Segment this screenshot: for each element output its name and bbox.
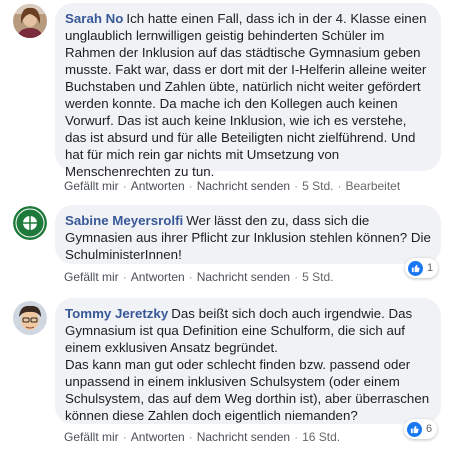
send-message-button[interactable]: Nachricht senden	[197, 430, 290, 444]
separator: ·	[122, 270, 127, 284]
comment-text: Das beißt sich doch auch irgendwie. Das …	[65, 306, 430, 423]
like-button[interactable]: Gefällt mir	[64, 270, 119, 284]
author-name[interactable]: Sarah No	[65, 11, 123, 26]
separator: ·	[188, 270, 193, 284]
author-name[interactable]: Tommy Jeretzky	[65, 306, 168, 321]
separator: ·	[188, 430, 193, 444]
reaction-summary[interactable]: 6	[404, 419, 438, 439]
like-button[interactable]: Gefällt mir	[64, 179, 119, 193]
like-button[interactable]: Gefällt mir	[64, 430, 119, 444]
comment-actions: Gefällt mir · Antworten · Nachricht senden · 5…	[64, 270, 333, 284]
reaction-count: 1	[427, 262, 434, 274]
separator: ·	[188, 179, 193, 193]
reply-button[interactable]: Antworten	[131, 270, 185, 284]
avatar[interactable]	[13, 4, 47, 38]
thumbs-up-icon	[407, 421, 422, 437]
edited-label[interactable]: Bearbeitet	[345, 179, 400, 193]
separator: ·	[294, 430, 299, 444]
separator: ·	[294, 179, 299, 193]
reply-button[interactable]: Antworten	[131, 430, 185, 444]
separator: ·	[294, 270, 299, 284]
send-message-button[interactable]: Nachricht senden	[197, 270, 290, 284]
comment-actions: Gefällt mir · Antworten · Nachricht senden · 5…	[64, 179, 400, 193]
author-name[interactable]: Sabine Meyersrolfi	[65, 213, 183, 228]
reply-button[interactable]: Antworten	[131, 179, 185, 193]
comment-text: Ich hatte einen Fall, dass ich in der 4.…	[65, 11, 427, 179]
timestamp[interactable]: 5 Std.	[302, 270, 333, 284]
thumbs-up-icon	[408, 260, 423, 276]
timestamp[interactable]: 16 Std.	[302, 430, 340, 444]
comment-actions: Gefällt mir · Antworten · Nachricht senden · 1…	[64, 430, 340, 444]
reaction-summary[interactable]: 1	[405, 258, 439, 278]
separator: ·	[337, 179, 342, 193]
comment-bubble: Tommy Jeretzky Das beißt sich doch auch i…	[55, 298, 441, 424]
green-logo-icon	[13, 206, 47, 240]
timestamp[interactable]: 5 Std.	[302, 179, 333, 193]
avatar[interactable]	[13, 206, 47, 240]
separator: ·	[122, 430, 127, 444]
separator: ·	[122, 179, 127, 193]
user-photo-icon	[13, 4, 47, 38]
comment-bubble: Sarah No Ich hatte einen Fall, dass ich i…	[55, 3, 441, 179]
avatar[interactable]	[13, 301, 47, 335]
cartoon-avatar-icon	[13, 301, 47, 335]
comment-bubble: Sabine Meyersrolfi Wer lässt den zu, dass…	[55, 205, 441, 264]
send-message-button[interactable]: Nachricht senden	[197, 179, 290, 193]
reaction-count: 6	[426, 423, 433, 435]
